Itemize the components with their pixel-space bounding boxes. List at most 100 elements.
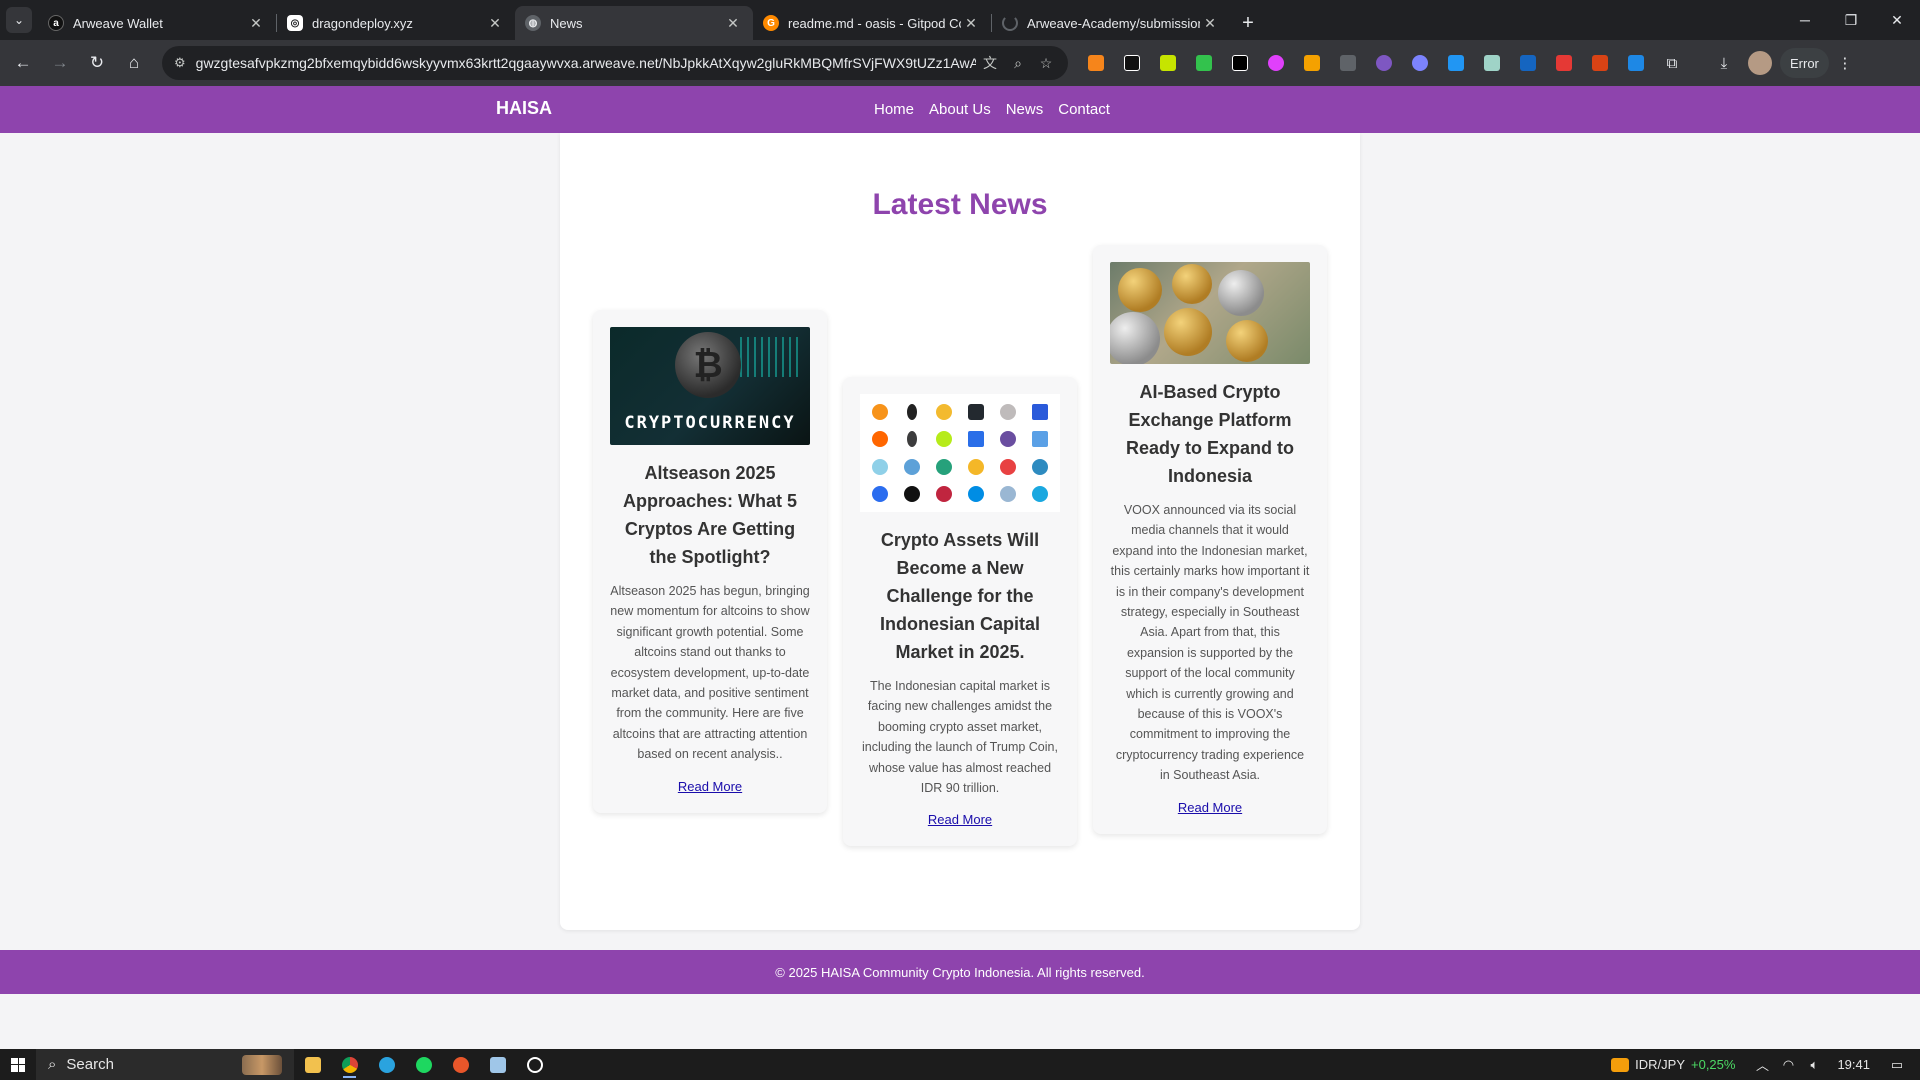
site-footer: © 2025 HAISA Community Crypto Indonesia.… — [0, 950, 1920, 994]
system-tray: IDR/JPY +0,25% ︿ ◠ 🔈︎ 19:41 ▭ — [1611, 1049, 1920, 1080]
close-icon[interactable]: ✕ — [485, 13, 505, 33]
read-more-link[interactable]: Read More — [678, 779, 742, 794]
metamask-extension-icon[interactable] — [1082, 49, 1110, 77]
tab-title: Arweave Wallet — [73, 15, 163, 31]
gitpod-favicon-icon: G — [763, 15, 779, 31]
tab-title: dragondeploy.xyz — [312, 15, 413, 31]
new-tab-button[interactable]: + — [1230, 6, 1266, 40]
puzzle-icon[interactable]: ⧉ — [1658, 49, 1686, 77]
notification-icon[interactable]: ▭ — [1884, 1057, 1910, 1073]
wifi-icon[interactable]: ◠ — [1775, 1057, 1801, 1073]
site-navbar: HAISA Home About Us News Contact — [0, 86, 1920, 133]
forward-button[interactable]: → — [43, 46, 77, 80]
start-button[interactable] — [0, 1049, 36, 1080]
crypto-logos-image[interactable] — [860, 394, 1060, 512]
ticker-symbol: IDR/JPY — [1635, 1057, 1685, 1072]
windows-logo-icon — [11, 1057, 25, 1072]
news-card: ₿ CRYPTOCURRENCY Altseason 2025 Approach… — [593, 310, 827, 813]
ticker-icon — [1611, 1057, 1630, 1072]
clock[interactable]: 19:41 — [1837, 1057, 1870, 1072]
zoom-icon[interactable]: ⌕ — [1004, 49, 1032, 77]
card-excerpt: The Indonesian capital market is facing … — [862, 679, 1058, 796]
extension-icon[interactable] — [1190, 49, 1218, 77]
extension-icon[interactable] — [1406, 49, 1434, 77]
tab-search-button[interactable]: ⌄ — [0, 0, 38, 40]
restore-button[interactable]: ❐ — [1828, 0, 1874, 40]
tab-arweave-academy[interactable]: Arweave-Academy/submission ✕ — [992, 6, 1230, 40]
app-icon[interactable] — [442, 1049, 479, 1080]
close-icon[interactable]: ✕ — [961, 13, 981, 33]
extension-icon[interactable] — [1442, 49, 1470, 77]
volume-icon[interactable]: 🔈︎ — [1801, 1057, 1827, 1073]
site-info-icon[interactable]: ⚙ — [174, 55, 186, 71]
nav-home[interactable]: Home — [874, 101, 914, 118]
cryptocurrency-image[interactable]: ₿ CRYPTOCURRENCY — [610, 327, 810, 445]
back-button[interactable]: ← — [6, 46, 40, 80]
extension-icon[interactable] — [1586, 49, 1614, 77]
download-icon[interactable]: ⤓ — [1708, 47, 1740, 79]
notepad-app[interactable] — [479, 1049, 516, 1080]
extension-icon[interactable] — [1334, 49, 1362, 77]
extension-icon[interactable] — [1478, 49, 1506, 77]
file-explorer-app[interactable] — [294, 1049, 331, 1080]
coins-on-banknotes-image[interactable] — [1110, 262, 1310, 364]
close-icon[interactable]: ✕ — [246, 13, 266, 33]
tab-news[interactable]: ◍ News ✕ — [515, 6, 753, 40]
arweave-favicon-icon: a — [48, 15, 64, 31]
nav-contact[interactable]: Contact — [1058, 101, 1110, 118]
extension-icon[interactable] — [1550, 49, 1578, 77]
telegram-app[interactable] — [368, 1049, 405, 1080]
nav-about-us[interactable]: About Us — [929, 101, 991, 118]
taskbar-search[interactable]: ⌕ Search — [36, 1049, 294, 1080]
bookmark-star-icon[interactable]: ☆ — [1032, 49, 1060, 77]
extension-icon[interactable] — [1298, 49, 1326, 77]
extension-icon[interactable] — [1154, 49, 1182, 77]
extension-icon[interactable] — [1118, 49, 1146, 77]
browser-toolbar: ← → ↻ ⌂ ⚙ gwzgtesafvpkzmg2bfxemqybidd6ws… — [0, 40, 1920, 86]
close-icon[interactable]: ✕ — [723, 13, 743, 33]
extension-icon[interactable] — [1514, 49, 1542, 77]
bitcoin-icon: ₿ — [675, 332, 741, 398]
translate-icon[interactable]: ⽂ — [976, 49, 1004, 77]
extension-icon[interactable] — [1262, 49, 1290, 77]
card-title: Crypto Assets Will Become a New Challeng… — [879, 530, 1041, 662]
close-icon[interactable]: ✕ — [1200, 13, 1220, 33]
extension-icon[interactable] — [1226, 49, 1254, 77]
tab-title: readme.md - oasis - Gitpod Co — [788, 15, 961, 31]
reload-button[interactable]: ↻ — [80, 46, 114, 80]
card-excerpt: Altseason 2025 has begun, bringing new m… — [610, 584, 810, 762]
plus-icon: + — [1242, 11, 1254, 34]
address-bar[interactable]: ⚙ gwzgtesafvpkzmg2bfxemqybidd6wskyyvmx63… — [162, 46, 1068, 80]
nav-news[interactable]: News — [1006, 101, 1044, 118]
browser-tab-strip: ⌄ a Arweave Wallet ✕ ◎ dragondeploy.xyz … — [0, 0, 1920, 40]
chrome-app[interactable] — [331, 1049, 368, 1080]
read-more-link[interactable]: Read More — [1178, 800, 1242, 815]
avatar[interactable] — [1748, 51, 1772, 75]
news-container: Latest News ₿ CRYPTOCURRENCY Altseason 2… — [560, 133, 1360, 930]
chevron-up-icon[interactable]: ︿ — [1749, 1055, 1775, 1074]
error-label: Error — [1790, 55, 1819, 71]
url-text[interactable]: gwzgtesafvpkzmg2bfxemqybidd6wskyyvmx63kr… — [196, 55, 976, 71]
kebab-menu-icon[interactable]: ⋮ — [1829, 47, 1861, 79]
tab-gitpod[interactable]: G readme.md - oasis - Gitpod Co ✕ — [753, 6, 991, 40]
dragondeploy-favicon-icon: ◎ — [287, 15, 303, 31]
tab-title: Arweave-Academy/submission — [1027, 15, 1200, 31]
page-title: Latest News — [872, 188, 1048, 221]
image-caption: CRYPTOCURRENCY — [624, 413, 796, 433]
loading-spinner-icon — [1002, 15, 1018, 31]
minimize-button[interactable]: ─ — [1782, 0, 1828, 40]
news-card: Crypto Assets Will Become a New Challeng… — [843, 377, 1077, 847]
extension-icon[interactable] — [1622, 49, 1650, 77]
tab-arweave-wallet[interactable]: a Arweave Wallet ✕ — [38, 6, 276, 40]
close-window-button[interactable]: ✕ — [1874, 0, 1920, 40]
extension-icon[interactable] — [1370, 49, 1398, 77]
tab-dragondeploy[interactable]: ◎ dragondeploy.xyz ✕ — [277, 6, 515, 40]
stock-ticker-widget[interactable]: IDR/JPY +0,25% — [1611, 1057, 1735, 1072]
read-more-link[interactable]: Read More — [928, 812, 992, 827]
app-icon[interactable] — [516, 1049, 553, 1080]
spotify-app[interactable] — [405, 1049, 442, 1080]
home-button[interactable]: ⌂ — [117, 46, 151, 80]
profile-error-button[interactable]: Error — [1780, 48, 1829, 78]
window-controls: ─ ❐ ✕ — [1782, 0, 1920, 40]
site-brand[interactable]: HAISA — [496, 98, 552, 119]
